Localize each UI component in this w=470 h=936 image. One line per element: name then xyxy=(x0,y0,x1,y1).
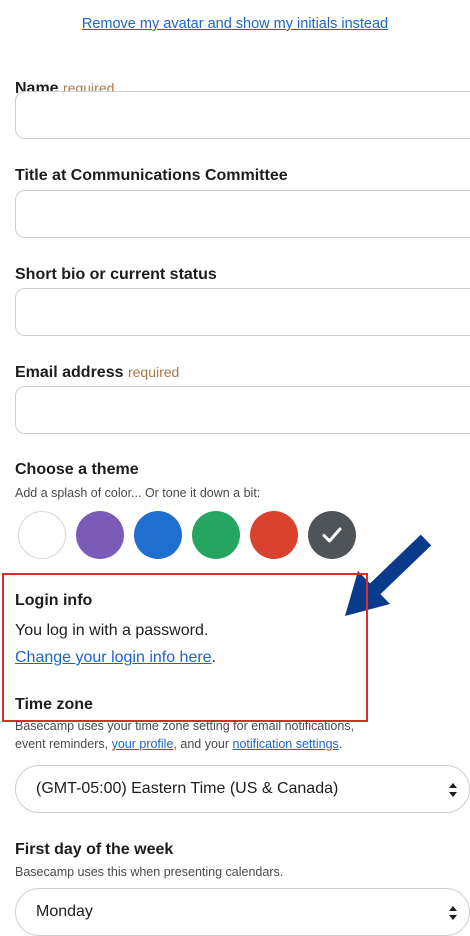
first-day-select[interactable]: Monday xyxy=(15,888,470,936)
timezone-help-line1: Basecamp uses your time zone setting for… xyxy=(15,719,355,733)
email-label-text: Email address xyxy=(15,364,124,381)
theme-swatch-red[interactable] xyxy=(250,511,298,559)
timezone-select-value: (GMT-05:00) Eastern Time (US & Canada) xyxy=(36,780,339,797)
name-input[interactable] xyxy=(15,91,470,139)
your-profile-link[interactable]: your profile xyxy=(112,737,174,751)
theme-swatch-green[interactable] xyxy=(192,511,240,559)
email-input[interactable] xyxy=(15,386,470,434)
select-updown-icon xyxy=(449,783,457,797)
notification-settings-link[interactable]: notification settings xyxy=(233,737,339,751)
theme-heading: Choose a theme xyxy=(15,461,139,478)
change-login-line: Change your login info here. xyxy=(15,649,216,667)
timezone-help-middle: , and your xyxy=(173,737,233,751)
email-label: Email address required xyxy=(15,364,179,382)
select-updown-icon xyxy=(449,906,457,920)
timezone-heading: Time zone xyxy=(15,696,93,713)
timezone-help-line2: event reminders, your profile, and your … xyxy=(15,737,342,751)
change-login-link[interactable]: Change your login info here xyxy=(15,649,212,666)
first-day-select-value: Monday xyxy=(36,903,93,920)
bio-input[interactable] xyxy=(15,288,470,336)
login-info-heading: Login info xyxy=(15,592,93,609)
title-input[interactable] xyxy=(15,190,470,238)
login-info-description: You log in with a password. xyxy=(15,622,209,639)
timezone-help-prefix: event reminders, xyxy=(15,737,112,751)
remove-avatar-link[interactable]: Remove my avatar and show my initials in… xyxy=(0,16,470,32)
bio-label: Short bio or current status xyxy=(15,266,217,283)
theme-swatch-purple[interactable] xyxy=(76,511,124,559)
change-login-suffix: . xyxy=(211,649,217,666)
timezone-help-suffix: . xyxy=(338,737,343,751)
first-day-heading: First day of the week xyxy=(15,841,174,858)
theme-subtitle: Add a splash of color... Or tone it down… xyxy=(15,486,261,500)
email-required-tag: required xyxy=(127,364,180,380)
first-day-help: Basecamp uses this when presenting calen… xyxy=(15,865,284,879)
theme-swatch-white[interactable] xyxy=(18,511,66,559)
timezone-select[interactable]: (GMT-05:00) Eastern Time (US & Canada) xyxy=(15,765,470,813)
theme-swatch-blue[interactable] xyxy=(134,511,182,559)
title-label: Title at Communications Committee xyxy=(15,167,288,184)
